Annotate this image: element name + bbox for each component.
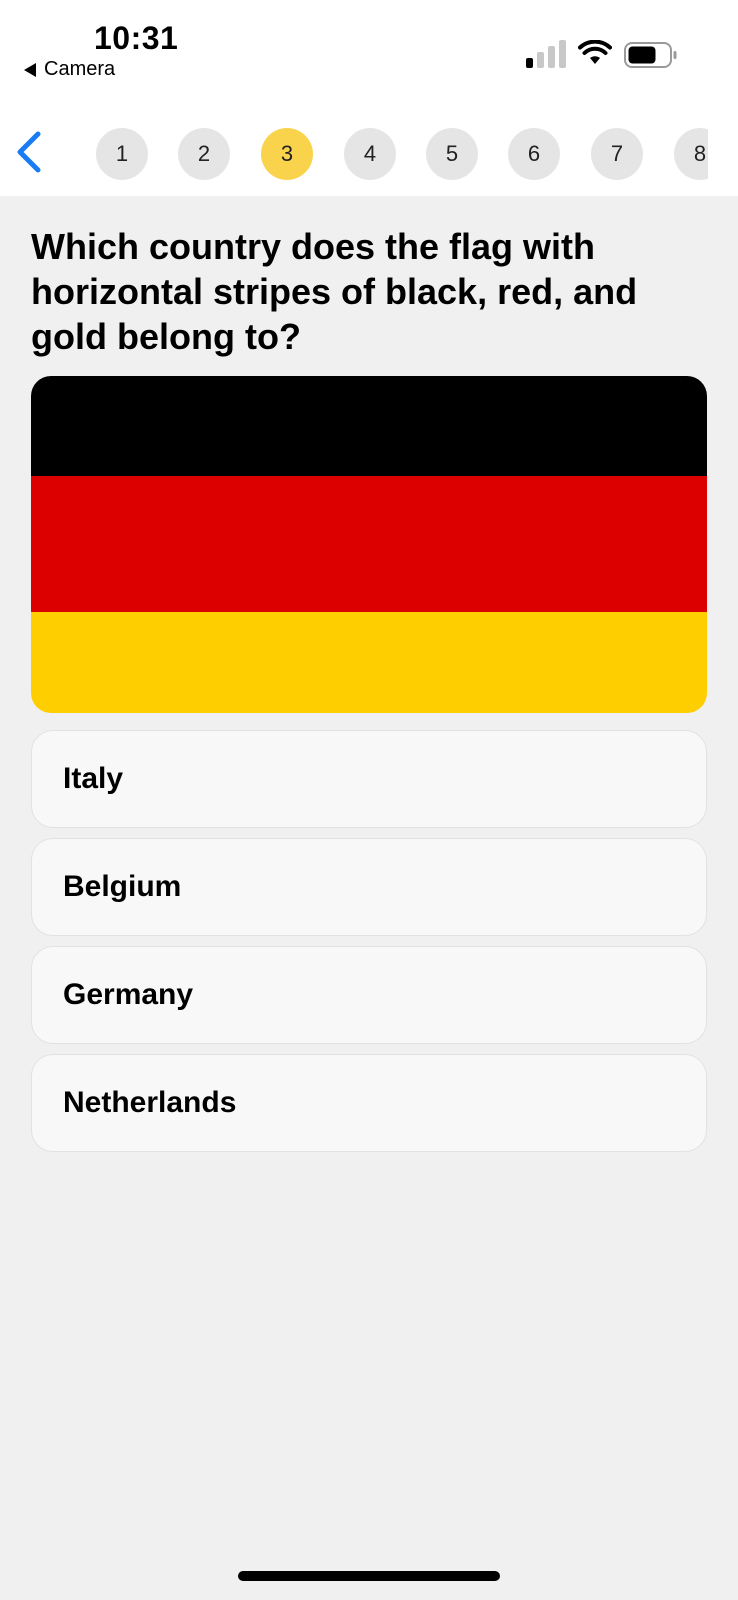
back-app-label: Camera [44,58,116,80]
status-time: 10:31 [94,20,179,56]
flag-stripe-red [31,476,707,612]
question-text: Which country does the flag with horizon… [31,226,638,357]
back-arrow-icon [24,62,36,77]
answer-label: Germany [63,978,194,1011]
battery-icon [624,42,677,68]
flag-image [31,376,707,713]
step-2[interactable]: 2 [178,128,230,180]
step-1[interactable]: 1 [96,128,148,180]
back-chevron-icon[interactable] [12,130,48,174]
answer-label: Italy [63,762,124,795]
step-7[interactable]: 7 [591,128,643,180]
flag-stripe-black [31,376,707,476]
cellular-signal-icon [526,38,566,68]
step-6[interactable]: 6 [508,128,560,180]
status-icons [526,38,678,70]
step-4[interactable]: 4 [344,128,396,180]
step-3-current[interactable]: 3 [261,128,313,180]
answer-option-belgium[interactable]: Belgium [31,838,707,936]
step-8[interactable]: 8 [674,128,708,180]
answer-label: Belgium [63,870,182,903]
answer-option-germany[interactable]: Germany [31,946,707,1044]
home-indicator[interactable] [238,1571,500,1581]
step-5[interactable]: 5 [426,128,478,180]
flag-stripe-gold [31,612,707,713]
wifi-icon [578,40,612,64]
answer-option-netherlands[interactable]: Netherlands [31,1054,707,1152]
question-stepper: 1 2 3 4 5 6 7 8 [96,128,708,180]
answer-label: Netherlands [63,1086,237,1119]
back-to-app-link[interactable]: Camera [24,58,115,81]
answer-option-italy[interactable]: Italy [31,730,707,828]
header: 10:31 Camera 1 2 3 4 5 6 7 8 [0,0,738,196]
